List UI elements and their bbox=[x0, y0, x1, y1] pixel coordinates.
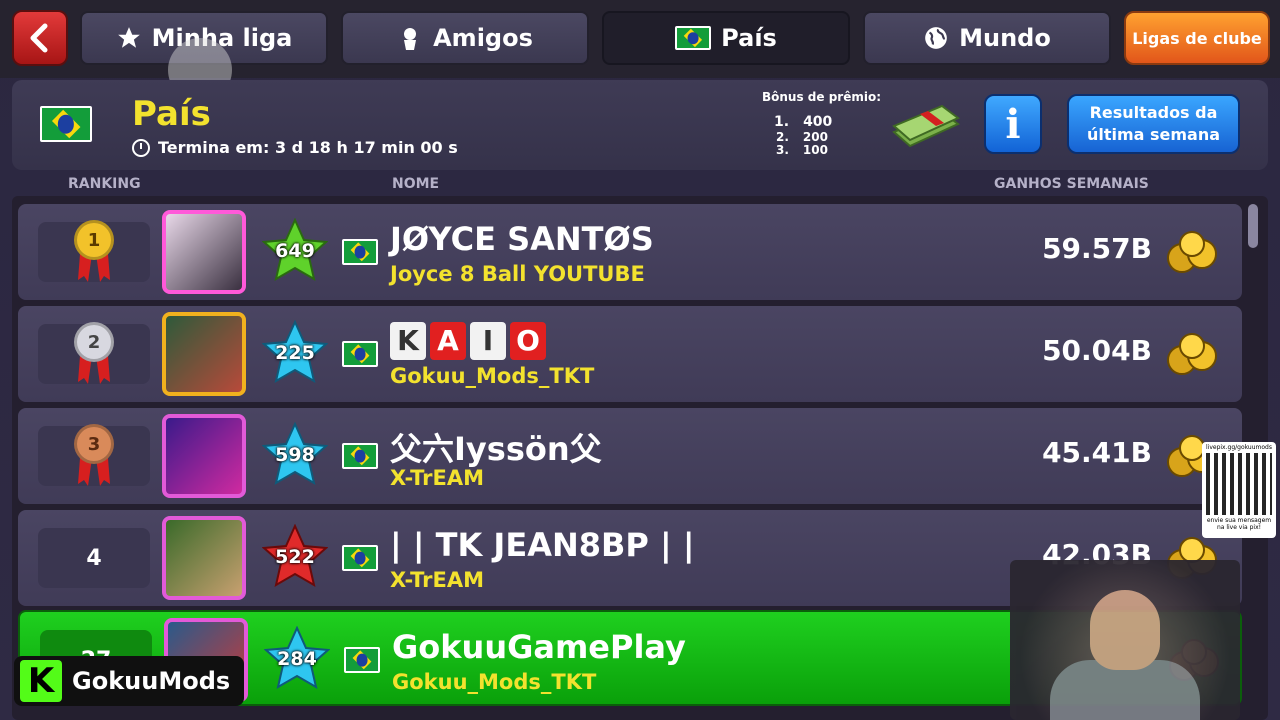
brazil-flag-icon bbox=[342, 239, 378, 265]
back-arrow-icon bbox=[30, 23, 48, 53]
bonus-title: Bônus de prêmio: bbox=[762, 90, 882, 104]
bonus-place: 1. bbox=[774, 114, 790, 130]
qr-code-icon bbox=[1206, 453, 1272, 515]
brazil-flag-icon bbox=[344, 647, 380, 673]
name-letter: A bbox=[430, 322, 466, 360]
bonus-row-1: 1. 400 bbox=[774, 114, 832, 130]
bonus-value: 200 bbox=[802, 130, 828, 144]
avatar[interactable] bbox=[162, 210, 246, 294]
rank-cell: 1 bbox=[38, 220, 150, 284]
last-week-results-button[interactable]: Resultados da última semana bbox=[1067, 94, 1240, 154]
brazil-flag-icon bbox=[40, 106, 92, 142]
tab-mundo[interactable]: Mundo bbox=[863, 11, 1111, 65]
table-row[interactable]: 2 225 K A I O Gokuu_Mods_TKT 50.04B bbox=[18, 306, 1242, 402]
bonus-value: 400 bbox=[803, 114, 833, 130]
level-value: 598 bbox=[275, 444, 315, 466]
level-star: 649 bbox=[262, 218, 328, 284]
player-name: 父六Iyssön父 bbox=[390, 430, 602, 468]
kick-logo-icon: K bbox=[20, 660, 62, 702]
player-club: X-TrEAM bbox=[390, 568, 484, 592]
league-header: País Termina em: 3 d 18 h 17 min 00 s Bô… bbox=[12, 80, 1268, 170]
brazil-flag-icon bbox=[342, 545, 378, 571]
gold-medal-icon: 1 bbox=[72, 220, 116, 284]
level-value: 522 bbox=[275, 546, 315, 568]
bronze-medal-icon: 3 bbox=[72, 424, 116, 488]
level-value: 225 bbox=[275, 342, 315, 364]
page-title: País bbox=[132, 94, 211, 134]
top-tab-bar: Minha liga Amigos País Mundo Ligas de cl… bbox=[0, 0, 1280, 102]
player-name: | | TK JEAN8BP | | bbox=[390, 526, 695, 564]
silver-medal-icon: 2 bbox=[72, 322, 116, 386]
tab-amigos[interactable]: Amigos bbox=[341, 11, 589, 65]
webcam-overlay bbox=[1010, 560, 1240, 720]
club-leagues-button[interactable]: Ligas de clube bbox=[1124, 11, 1270, 65]
watermark-text: GokuuMods bbox=[72, 667, 231, 695]
level-star: 284 bbox=[264, 626, 330, 692]
coins-icon bbox=[1167, 333, 1217, 375]
brazil-flag-icon bbox=[342, 341, 378, 367]
weekly-earnings: 45.41B bbox=[1042, 436, 1152, 469]
player-club: X-TrEAM bbox=[390, 466, 484, 490]
name-letter: K bbox=[390, 322, 426, 360]
info-button[interactable]: i bbox=[984, 94, 1042, 154]
rank-cell: 2 bbox=[38, 322, 150, 386]
tab-label: Mundo bbox=[959, 24, 1051, 52]
brazil-flag-icon bbox=[675, 26, 712, 50]
player-name: JØYCE SANTØS bbox=[390, 220, 654, 258]
level-star: 225 bbox=[262, 320, 328, 386]
tab-label: Amigos bbox=[433, 24, 533, 52]
globe-icon bbox=[923, 25, 949, 51]
player-club: Gokuu_Mods_TKT bbox=[390, 364, 595, 388]
table-row[interactable]: 3 598 父六Iyssön父 X-TrEAM 45.41B bbox=[18, 408, 1242, 504]
qr-bottom-text: envie sua mensagem na live via pix! bbox=[1206, 517, 1272, 531]
coins-icon bbox=[1167, 231, 1217, 273]
tab-label: País bbox=[721, 24, 777, 52]
streamer-head bbox=[1090, 590, 1160, 670]
qr-top-text: livepix.gg/gokuumods bbox=[1206, 444, 1272, 451]
countdown: Termina em: 3 d 18 h 17 min 00 s bbox=[132, 138, 458, 157]
bonus-place: 3. bbox=[776, 143, 789, 157]
person-icon bbox=[397, 25, 423, 51]
name-letter: I bbox=[470, 322, 506, 360]
bonus-row-3: 3. 100 bbox=[776, 143, 828, 157]
qr-code-overlay: livepix.gg/gokuumods envie sua mensagem … bbox=[1202, 442, 1276, 538]
brazil-flag-icon bbox=[342, 443, 378, 469]
bonus-place: 2. bbox=[776, 130, 789, 144]
rank-cell: 4 bbox=[38, 528, 150, 588]
player-name: GokuuGamePlay bbox=[392, 628, 686, 666]
name-letter: O bbox=[510, 322, 546, 360]
leaderboard-screen: { "tabs": { "minha_liga": "Minha liga", … bbox=[0, 0, 1280, 720]
bonus-row-2: 2. 200 bbox=[776, 130, 828, 144]
table-row[interactable]: 1 649 JØYCE SANTØS Joyce 8 Ball YOUTUBE … bbox=[18, 204, 1242, 300]
level-value: 284 bbox=[277, 648, 317, 670]
avatar[interactable] bbox=[162, 312, 246, 396]
bonus-value: 100 bbox=[802, 143, 828, 157]
avatar[interactable] bbox=[162, 414, 246, 498]
tab-pais[interactable]: País bbox=[602, 11, 850, 65]
channel-watermark: K GokuuMods bbox=[14, 656, 244, 706]
star-icon bbox=[116, 25, 142, 51]
rank-cell: 3 bbox=[38, 424, 150, 488]
back-button[interactable] bbox=[12, 10, 68, 66]
cash-stack-icon bbox=[892, 104, 960, 148]
weekly-earnings: 59.57B bbox=[1042, 232, 1152, 265]
scrollbar[interactable] bbox=[1248, 204, 1258, 248]
avatar[interactable] bbox=[162, 516, 246, 600]
player-club: Gokuu_Mods_TKT bbox=[392, 670, 597, 694]
column-header-name: NOME bbox=[392, 176, 440, 192]
level-star: 598 bbox=[262, 422, 328, 488]
column-header-ranking: RANKING bbox=[68, 176, 141, 192]
level-value: 649 bbox=[275, 240, 315, 262]
clock-icon bbox=[132, 138, 150, 157]
level-star: 522 bbox=[262, 524, 328, 590]
player-name-tiles: K A I O bbox=[390, 322, 546, 360]
countdown-text: Termina em: 3 d 18 h 17 min 00 s bbox=[158, 138, 458, 157]
column-header-earnings: GANHOS SEMANAIS bbox=[994, 176, 1149, 192]
weekly-earnings: 50.04B bbox=[1042, 334, 1152, 367]
player-club: Joyce 8 Ball YOUTUBE bbox=[390, 262, 645, 286]
